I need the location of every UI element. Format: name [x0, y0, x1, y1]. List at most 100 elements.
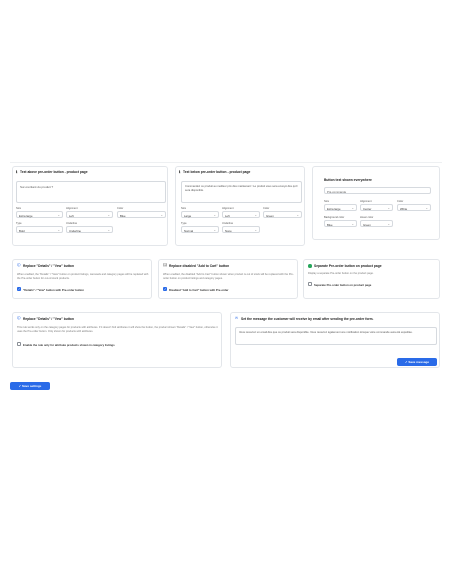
replace-details-checkbox[interactable]: ✓: [17, 287, 21, 291]
email-message-card: ✉ Set the message the customer will rece…: [230, 312, 440, 368]
alignment-label: Alignment: [66, 207, 78, 210]
background-color-select-value: Blue: [327, 222, 333, 227]
underline-select[interactable]: Underline ⌄: [66, 226, 113, 233]
type-label: Type: [181, 222, 187, 225]
save-message-button[interactable]: ✓ Save message: [397, 358, 437, 366]
replace-details-rule-card: 🛈 Replace "Details" / "Vew" button This …: [12, 312, 222, 368]
replace-details-rule-title: Replace "Details" / "Vew" button: [23, 317, 74, 321]
alignment-label: Alignment: [360, 200, 372, 203]
replace-disabled-card: 🖼 Replace disabled "Add to Cart" button …: [158, 259, 298, 299]
separate-checkbox[interactable]: [308, 282, 312, 286]
color-select[interactable]: White ⌄: [397, 204, 431, 211]
chevron-down-icon: ⌄: [296, 213, 299, 217]
alignment-select[interactable]: Center ⌄: [360, 204, 393, 211]
separate-checkbox-label: Separate Pre-order button on product pag…: [314, 282, 372, 287]
underline-label: Underline: [222, 222, 234, 225]
color-select[interactable]: Blue ⌄: [117, 211, 166, 218]
underline-select-value: Underline: [69, 228, 81, 233]
text-above-card: ℹ Text above pre-order button - product …: [12, 166, 168, 246]
background-color-label: Background color: [324, 216, 345, 219]
text-below-title: Text below pre-order button - product pa…: [183, 170, 251, 174]
replace-details-desc: When enabled, the "Details" / "View" but…: [17, 273, 149, 280]
chevron-down-icon: ⌄: [213, 228, 216, 232]
chevron-down-icon: ⌄: [213, 213, 216, 217]
chevron-down-icon: ⌄: [254, 213, 257, 217]
color-label: Color: [397, 200, 404, 203]
type-select-value: Bold: [19, 228, 25, 233]
size-select[interactable]: Extra large ⌄: [324, 204, 357, 211]
mail-icon: ✉: [235, 316, 238, 320]
size-select-value: Extra large: [19, 213, 33, 218]
hover-color-label: Hover color: [360, 216, 374, 219]
alignment-select-value: Center: [363, 206, 372, 211]
chevron-down-icon: ⌄: [387, 222, 390, 226]
text-above-textarea[interactable]: Sur-méritant du produit ?: [16, 181, 166, 203]
email-message-textarea[interactable]: Vous recevrez un email dès que ce produi…: [235, 327, 437, 345]
hover-color-select[interactable]: Green ⌄: [360, 220, 393, 227]
size-select-value: Large: [184, 213, 192, 218]
chevron-down-icon: ⌄: [351, 206, 354, 210]
replace-details-checkbox-label: "Details" / "Vew" button with Pre-order …: [23, 287, 84, 292]
button-text-title: Button text shown everywhere: [324, 178, 372, 182]
size-label: Size: [181, 207, 187, 210]
chevron-down-icon: ⌄: [57, 228, 60, 232]
size-select[interactable]: Large ⌄: [181, 211, 219, 218]
replace-disabled-checkbox[interactable]: ✓: [163, 287, 167, 291]
text-above-title: Text above pre-order button - product pa…: [20, 170, 88, 174]
email-message-title: Set the message the customer will receiv…: [241, 317, 374, 321]
chevron-down-icon: ⌄: [160, 213, 163, 217]
separate-desc: Display a separate Pre-order button on t…: [308, 272, 374, 275]
info-icon: 🛈: [17, 263, 21, 267]
separate-button-card: Separate Pre-order button on product pag…: [303, 259, 440, 299]
save-settings-button[interactable]: ✓ Save settings: [10, 382, 50, 390]
attribute-rule-checkbox-label: Enable the rule only for attribute produ…: [23, 342, 115, 347]
button-text-card: Button text shown everywhere Pré-command…: [312, 166, 440, 240]
replace-details-rule-desc: This rule works only on the category pag…: [17, 326, 218, 333]
chevron-down-icon: ⌄: [254, 228, 257, 232]
replace-details-title: Replace "Details" / "Vew" button: [23, 264, 74, 268]
color-select[interactable]: Green ⌄: [263, 211, 302, 218]
color-label: Color: [263, 207, 270, 210]
type-select[interactable]: Bold ⌄: [16, 226, 63, 233]
chevron-down-icon: ⌄: [387, 206, 390, 210]
replace-disabled-desc: When enabled, the disabled "Add to Cart"…: [163, 273, 294, 280]
alignment-select[interactable]: Left ⌄: [66, 211, 113, 218]
alignment-select[interactable]: Left ⌄: [222, 211, 260, 218]
type-label: Type: [16, 222, 22, 225]
info-icon: 🛈: [17, 316, 21, 320]
type-select[interactable]: Normal ⌄: [181, 226, 219, 233]
text-icon: ℹ: [16, 170, 18, 174]
size-select[interactable]: Extra large ⌄: [16, 211, 63, 218]
chevron-down-icon: ⌄: [351, 222, 354, 226]
hover-color-select-value: Green: [363, 222, 371, 227]
alignment-select-value: Left: [225, 213, 230, 218]
color-select-value: White: [400, 206, 408, 211]
replace-disabled-title: Replace disabled "Add to Cart" button: [169, 264, 230, 268]
attribute-rule-checkbox[interactable]: [17, 342, 21, 346]
color-select-value: Green: [266, 213, 274, 218]
color-select-value: Blue: [120, 213, 126, 218]
alignment-label: Alignment: [222, 207, 234, 210]
size-select-value: Extra large: [327, 206, 341, 211]
text-icon: ℹ: [179, 170, 181, 174]
chevron-down-icon: ⌄: [107, 213, 110, 217]
underline-select-value: None: [225, 228, 232, 233]
underline-label: Underline: [66, 222, 78, 225]
chevron-down-icon: ⌄: [425, 206, 428, 210]
underline-select[interactable]: None ⌄: [222, 226, 260, 233]
text-below-card: ℹ Text below pre-order button - product …: [175, 166, 305, 246]
size-label: Size: [324, 200, 330, 203]
text-below-textarea[interactable]: Commandez ce produit au meilleur prix dè…: [181, 181, 302, 203]
check-icon: [308, 264, 312, 268]
replace-details-card: 🛈 Replace "Details" / "Vew" button When …: [12, 259, 152, 299]
type-select-value: Normal: [184, 228, 194, 233]
separate-title: Separate Pre-order button on product pag…: [314, 264, 382, 268]
chevron-down-icon: ⌄: [107, 228, 110, 232]
chevron-down-icon: ⌄: [57, 213, 60, 217]
replace-disabled-checkbox-label: Disabled "Add to Cart" button with Pre-o…: [169, 287, 229, 292]
image-icon: 🖼: [163, 263, 168, 267]
button-text-input[interactable]: Pré-commande: [324, 187, 431, 194]
background-color-select[interactable]: Blue ⌄: [324, 220, 357, 227]
alignment-select-value: Left: [69, 213, 74, 218]
size-label: Size: [16, 207, 22, 210]
